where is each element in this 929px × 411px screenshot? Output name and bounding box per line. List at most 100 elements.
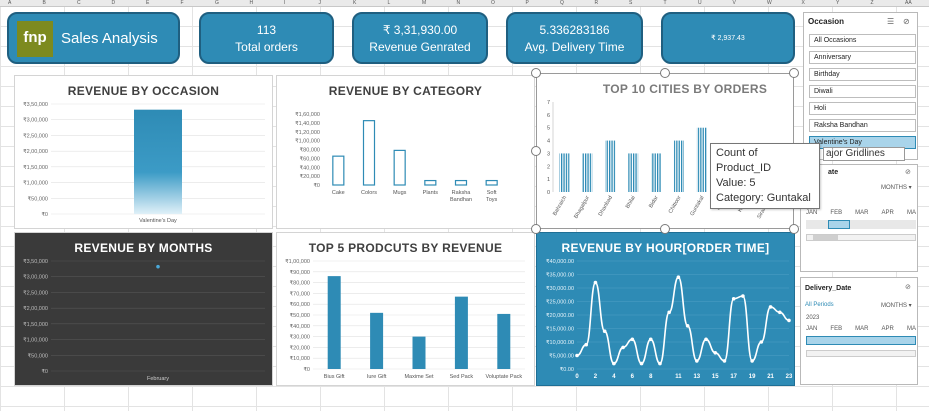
month-label: MA <box>906 326 916 332</box>
tooltip-line: Category: Guntakal <box>716 192 811 204</box>
clear-filter-icon[interactable]: ⊘ <box>903 17 910 26</box>
y-tick-label: ₹1,00,000 <box>23 337 48 344</box>
slicer-item[interactable]: Holi <box>809 102 916 115</box>
column-letter: N <box>456 0 461 6</box>
period-label: MONTHS <box>881 303 907 309</box>
chart-top-5-products[interactable]: TOP 5 PRODCUTS BY REVENUE ₹0 ₹10,000 ₹20,0… <box>276 232 535 386</box>
period-selector[interactable]: MONTHS ▾ <box>881 184 912 191</box>
brand-tile: fnp Sales Analysis <box>7 12 180 64</box>
slicer-delivery-date[interactable]: Delivery_Date ⊘ All Periods MONTHS ▾ 202… <box>800 277 918 385</box>
x-tick-label: Valentine's Day <box>139 218 177 224</box>
resize-handle-se[interactable] <box>789 224 799 234</box>
column-letter: K <box>353 0 357 6</box>
timeline-bar[interactable] <box>806 220 916 229</box>
month-label: MA <box>906 210 916 216</box>
slicer-occasion[interactable]: Occasion ☰ ⊘ All Occasions Anniversary B… <box>803 12 918 160</box>
y-tick-label: ₹20,000 <box>300 173 320 180</box>
slicer-item[interactable]: Birthday <box>809 68 916 81</box>
column-letter: M <box>422 0 427 6</box>
data-point <box>630 337 635 342</box>
y-tick-label: ₹3,50,000 <box>23 101 48 108</box>
bar <box>332 155 345 186</box>
data-point <box>704 337 708 342</box>
month-label: FEB <box>830 210 843 216</box>
x-tick-label: Bahraich <box>552 195 568 217</box>
data-point <box>722 359 727 363</box>
clear-filter-icon[interactable]: ⊘ <box>905 283 911 291</box>
y-tick-label: ₹1,50,000 <box>23 164 48 171</box>
bar <box>424 179 437 186</box>
chart-revenue-by-hour[interactable]: REVENUE BY HOUR[ORDER TIME] ₹0.00 ₹5,000.… <box>536 232 795 386</box>
x-tick-label: Guntakal <box>689 195 705 217</box>
timeline-selected-range[interactable] <box>828 220 850 229</box>
chart-revenue-by-months[interactable]: REVENUE BY MONTHS ₹0 ₹50,000 ₹1,00,000 ₹1,5… <box>14 232 273 386</box>
period-selector[interactable]: MONTHS ▾ <box>881 302 912 309</box>
y-tick-label: ₹2,00,000 <box>23 305 48 312</box>
slicer-item[interactable]: All Occasions <box>809 34 916 47</box>
data-point <box>768 305 773 309</box>
column-letter: Q <box>560 0 564 6</box>
column-letter: I <box>284 0 286 6</box>
y-tick-label: ₹2,00,000 <box>23 148 48 155</box>
y-tick-label: ₹30,000.00 <box>546 285 574 292</box>
resize-handle-sw[interactable] <box>531 224 541 234</box>
slicer-item[interactable]: Diwali <box>809 85 916 98</box>
y-tick-label: 6 <box>547 113 550 119</box>
y-tick-label: ₹80,000 <box>300 147 320 154</box>
resize-handle-ne[interactable] <box>789 68 799 78</box>
y-tick-label: 3 <box>547 151 550 157</box>
x-tick-label: Mugs <box>393 190 407 196</box>
y-tick-label: ₹40,000.00 <box>546 258 574 265</box>
month-label: MAR <box>855 326 869 332</box>
kpi-total-orders: 113 Total orders <box>199 12 334 64</box>
chart-tooltip: Count of Product_ID Value: 5 Category: G… <box>710 143 820 209</box>
bar <box>497 313 511 369</box>
bar <box>673 140 684 192</box>
timeline-scrollbar[interactable] <box>806 350 916 357</box>
x-tick-label: Bhilai <box>625 195 637 210</box>
kpi-label: Total orders <box>235 39 298 54</box>
data-point <box>658 361 662 366</box>
multi-select-icon[interactable]: ☰ <box>887 17 894 26</box>
kpi-delivery-time: 5.336283186 Avg. Delivery Time <box>506 12 643 64</box>
chart-revenue-by-occasion[interactable]: REVENUE BY OCCASION ₹0 ₹50,000 ₹1,00,000 ₹1… <box>14 75 273 229</box>
y-tick-label: ₹50,000 <box>28 352 48 359</box>
clear-filter-icon[interactable]: ⊘ <box>905 168 911 176</box>
y-tick-label: ₹40,000 <box>290 323 310 330</box>
bar <box>454 296 468 369</box>
y-tick-label: 2 <box>547 164 550 170</box>
y-tick-label: ₹90,000 <box>290 269 310 276</box>
bar <box>559 153 570 192</box>
chart-revenue-by-category[interactable]: REVENUE BY CATEGORY ₹0 ₹20,000 ₹40,000 ₹60,… <box>276 75 535 229</box>
column-letter: Y <box>836 0 840 6</box>
slicer-item[interactable]: Raksha Bandhan <box>809 119 916 132</box>
resize-handle-w[interactable] <box>531 146 541 156</box>
kpi-value: ₹ 2,937.43 <box>711 35 745 42</box>
column-letter: D <box>111 0 116 6</box>
column-letter: T <box>663 0 667 6</box>
y-tick-label: ₹2,50,000 <box>23 289 48 296</box>
resize-handle-nw[interactable] <box>531 68 541 78</box>
bar <box>696 127 707 192</box>
timeline-selected-range[interactable] <box>806 336 916 345</box>
resize-handle-s[interactable] <box>660 224 670 234</box>
x-tick-label: 15 <box>712 374 719 380</box>
column-letter: J <box>318 0 322 6</box>
y-tick-label: ₹1,00,000 <box>285 258 310 265</box>
bar <box>628 153 639 192</box>
column-letter: E <box>146 0 150 6</box>
y-tick-label: ₹0 <box>313 182 320 189</box>
x-tick-label: Raksha <box>452 190 472 196</box>
bar <box>412 336 426 369</box>
y-tick-label: ₹1,00,000 <box>23 180 48 187</box>
bar <box>393 149 406 186</box>
y-tick-label: ₹70,000 <box>290 290 310 297</box>
timeline-title: Delivery_Date <box>805 285 852 292</box>
month-label: MAR <box>855 210 869 216</box>
resize-handle-n[interactable] <box>660 68 670 78</box>
scrollbar-thumb[interactable] <box>813 235 838 240</box>
data-point <box>621 345 625 350</box>
x-tick-label: Chittoor <box>668 195 683 215</box>
slicer-item[interactable]: Anniversary <box>809 51 916 64</box>
revenue-line <box>576 276 790 365</box>
